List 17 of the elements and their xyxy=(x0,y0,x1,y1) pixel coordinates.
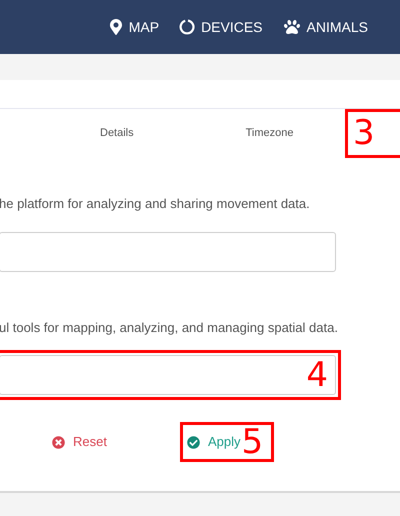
map-pin-icon xyxy=(108,19,123,35)
annotation-number: 4 xyxy=(0,350,341,400)
field-description: he platform for analyzing and sharing movement data. xyxy=(0,195,311,213)
text-field[interactable] xyxy=(0,232,336,272)
nav-link[interactable]: DEVICES xyxy=(179,16,263,38)
annotation-number: 3 xyxy=(345,109,400,158)
tab[interactable]: Details xyxy=(92,121,142,146)
ring-icon xyxy=(179,19,196,35)
tab[interactable]: Timezone xyxy=(238,121,302,146)
annotation-number: 5 xyxy=(242,425,264,459)
field-description: ul tools for mapping, analyzing, and managing spatial data. xyxy=(0,318,339,337)
close-icon xyxy=(52,436,65,448)
check-icon xyxy=(186,436,200,448)
reset-button[interactable]: Reset xyxy=(52,432,107,452)
nav-link[interactable]: ANIMALS xyxy=(282,16,368,38)
nav-link[interactable]: MAP xyxy=(108,16,160,38)
paw-icon xyxy=(282,19,301,35)
